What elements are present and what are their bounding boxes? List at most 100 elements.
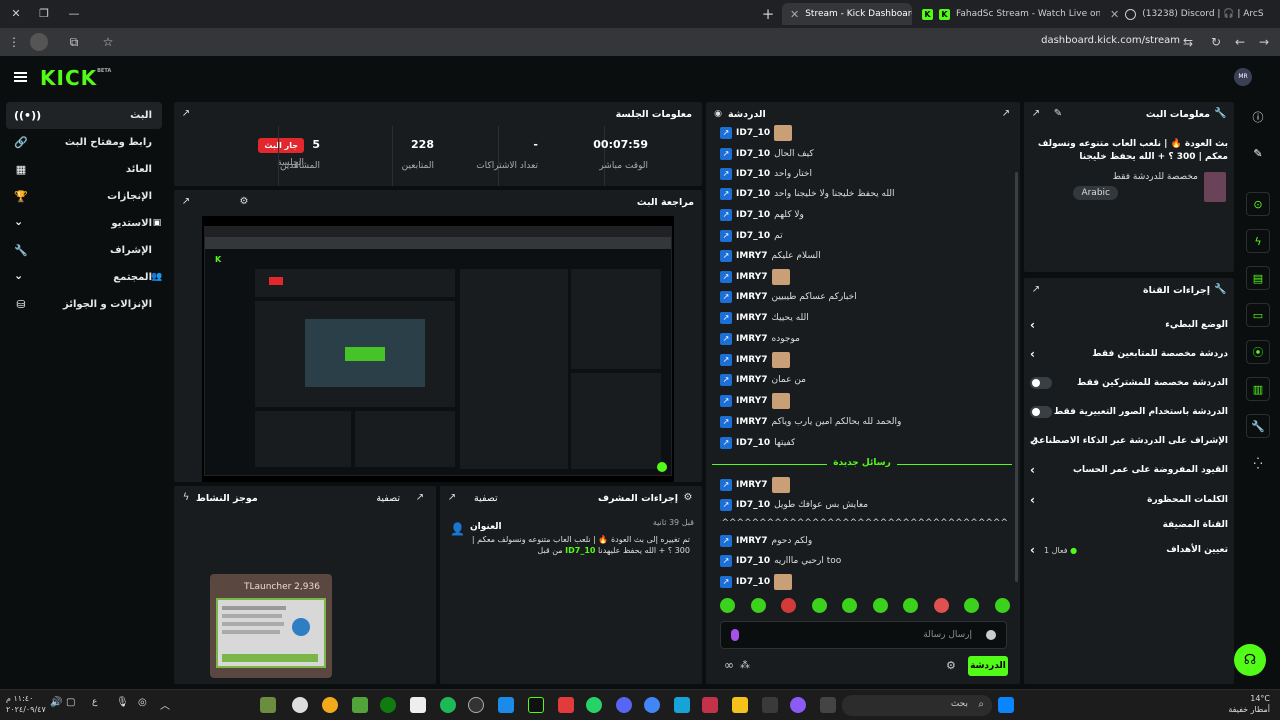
broadcast-icon[interactable]: ⦿ — [1246, 340, 1270, 364]
chat-message[interactable]: ↗ IMRY7 — [720, 476, 1008, 494]
kick-logo[interactable]: KICKBETA — [40, 66, 111, 90]
chat-username[interactable]: ID7_10 — [736, 231, 770, 241]
taskbar-weather[interactable]: 14°C أمطار خفيفة — [1200, 693, 1270, 715]
emote-button[interactable] — [811, 598, 827, 613]
reload-icon[interactable]: ↻ — [1208, 34, 1224, 50]
spotify-icon[interactable] — [440, 697, 456, 713]
chat-username[interactable]: ID7_10 — [736, 169, 770, 179]
stream-preview-video[interactable]: K — [202, 216, 674, 482]
user-avatar[interactable]: MR — [1234, 68, 1252, 86]
chat-username[interactable]: IMRY7 — [736, 334, 768, 344]
hamburger-menu-icon[interactable] — [14, 72, 27, 82]
chat-message[interactable]: ↗ IMRY7 — [720, 392, 1008, 410]
camera-icon[interactable]: ⊙ — [1246, 192, 1270, 216]
tab-kick-dashboard[interactable]: ✕ Stream - Kick Dashboard — [782, 3, 912, 25]
emote-button[interactable] — [933, 598, 949, 613]
chat-message[interactable]: ↗ IMRY7 ولكم دحوم — [720, 532, 1008, 550]
chat-message[interactable]: ↗ ID7_10 معايش بس عوافك طويل — [720, 496, 1008, 514]
task-view-icon[interactable] — [820, 697, 836, 713]
whatsapp-icon[interactable] — [586, 697, 602, 713]
channel-action-row[interactable]: الدردشة باستخدام الصور التعبيرية فقط — [1030, 401, 1228, 423]
channel-action-row[interactable]: القيود المفروضة على عمر الحساب › — [1030, 459, 1228, 481]
set-goals-row[interactable]: تعيين الأهداف › ● فعال 1 — [1030, 539, 1228, 561]
channel-action-row[interactable]: دردشة مخصصة للمتابعين فقط › — [1030, 343, 1228, 365]
popout-icon[interactable]: ↗ — [1030, 108, 1042, 120]
popout-icon[interactable]: ↗ — [414, 492, 426, 504]
profile-icon[interactable] — [30, 33, 48, 51]
site-settings-icon[interactable]: ⇆ — [1180, 34, 1196, 50]
chat-settings-icon[interactable]: ⚙ — [946, 660, 958, 672]
chat-username[interactable]: IMRY7 — [736, 355, 768, 365]
app-red-icon[interactable] — [558, 697, 574, 713]
microphone-icon[interactable] — [731, 629, 739, 641]
chat-message[interactable]: ↗ ID7_10 كيف الحال — [720, 145, 1008, 163]
chat-message[interactable]: ↗ ID7_10 too ارحبي ماااريه — [720, 552, 1008, 570]
taskbar-search[interactable]: بحث ⌕ — [842, 695, 992, 716]
chat-input[interactable]: إرسال رسالة — [720, 621, 1007, 649]
chat-username[interactable]: ID7_10 — [736, 556, 770, 566]
extensions-icon[interactable]: ⧉ — [66, 34, 82, 50]
chat-message[interactable]: ↗ ID7_10 — [720, 573, 1008, 591]
channel-action-row[interactable]: الدردشة مخصصة للمشتركين فقط — [1030, 372, 1228, 394]
restore-window-icon[interactable]: ❐ — [36, 6, 52, 22]
chat-message[interactable]: ↗ ID7_10 تم — [720, 227, 1008, 245]
chrome-icon[interactable] — [644, 697, 660, 713]
chat-message[interactable]: ^^^^^^^^^^^^^^^^^^^^^^^^^^^^^^^^^^^^^^^^… — [720, 514, 1008, 532]
edit-pencil-icon[interactable]: ✎ — [1246, 142, 1270, 166]
network-icon[interactable]: ▢ — [66, 697, 82, 713]
filter-button[interactable]: تصفية — [474, 493, 498, 504]
tab-discord[interactable]: ✕ (13238) Discord | 🎧 | ArcS — [1102, 3, 1278, 25]
toggle-switch[interactable] — [1030, 377, 1052, 389]
emote-button[interactable] — [994, 598, 1010, 613]
emote-button[interactable] — [842, 598, 858, 613]
sidebar-item-community[interactable]: ⌄ المجتمع 👥 — [6, 264, 163, 291]
menu-dots-icon[interactable]: ⋮ — [6, 34, 22, 50]
chat-username[interactable]: ID7_10 — [736, 149, 770, 159]
emoji-picker-icon[interactable] — [986, 630, 996, 640]
file-explorer-icon[interactable] — [732, 697, 748, 713]
wrench-icon[interactable]: 🔧 — [1246, 414, 1270, 438]
file-icon[interactable] — [410, 697, 426, 713]
chat-username[interactable]: IMRY7 — [736, 313, 768, 323]
app-grey-icon[interactable] — [762, 697, 778, 713]
chat-message[interactable]: ↗ ID7_10 الله يحفظ خليجنا ولا خليجنا واحد — [720, 185, 1008, 203]
activity-card[interactable]: TLauncher 2,936 — [210, 574, 332, 678]
chat-scrollbar[interactable] — [1015, 172, 1018, 582]
sidebar-item-stream[interactable]: ((•)) البث — [6, 102, 162, 129]
taskbar-clock[interactable]: ١١:٤٠ م ٢٠٢٤/٠٩/٤٧ — [6, 693, 46, 715]
copilot-icon[interactable] — [790, 697, 806, 713]
chat-username[interactable]: IMRY7 — [736, 292, 768, 302]
chat-message[interactable]: ↗ IMRY7 والحمد لله بحالكم امين يارب وياكم — [720, 413, 1008, 431]
emote-button[interactable] — [720, 598, 735, 613]
chat-username[interactable]: IMRY7 — [736, 536, 768, 546]
document-icon[interactable]: ▤ — [1246, 266, 1270, 290]
chat-username[interactable]: IMRY7 — [736, 480, 768, 490]
chat-message[interactable]: ↗ ID7_10 كفيتها — [720, 434, 1008, 452]
tab-fahadsc-stream[interactable]: K K FahadSc Stream - Watch Live on — [914, 3, 1100, 25]
support-chat-icon[interactable]: ☊ — [1234, 644, 1266, 676]
chat-message[interactable]: ↗ IMRY7 الله يحييك — [720, 309, 1008, 327]
settings-app-icon[interactable] — [292, 697, 308, 713]
chat-message[interactable]: ↗ ID7_10 ولا كلهم — [720, 206, 1008, 224]
chat-message[interactable]: ↗ IMRY7 من عمان — [720, 371, 1008, 389]
minecraft-icon[interactable] — [260, 697, 276, 713]
settings-icon[interactable]: ⚙ — [682, 492, 694, 504]
chat-username[interactable]: IMRY7 — [736, 375, 768, 385]
discord-icon[interactable] — [616, 697, 632, 713]
info-icon[interactable]: ⓘ — [1246, 106, 1270, 130]
popout-icon[interactable]: ↗ — [1030, 284, 1042, 296]
category-thumbnail[interactable] — [1204, 172, 1226, 202]
channel-action-row[interactable]: الإشراف على الدردشة عبر الذكاء الاصطناعي… — [1030, 430, 1228, 452]
steam-icon[interactable] — [468, 697, 484, 713]
app-blue-icon[interactable] — [674, 697, 690, 713]
chrome-alt-icon[interactable] — [322, 697, 338, 713]
new-messages-divider[interactable]: رسائل جديدة — [712, 458, 1012, 470]
filter-button[interactable]: تصفية — [376, 493, 400, 504]
points-icon[interactable]: ⁂ — [740, 660, 750, 671]
channel-action-row[interactable]: الكلمات المحظورة › — [1030, 489, 1228, 511]
lightning-icon[interactable]: ϟ — [1246, 229, 1270, 253]
user-list-icon[interactable]: ▥ — [1246, 377, 1270, 401]
close-tab-icon[interactable]: ✕ — [790, 8, 799, 21]
edit-pencil-icon[interactable]: ✎ — [1052, 108, 1064, 120]
close-window-icon[interactable]: ✕ — [8, 6, 24, 22]
